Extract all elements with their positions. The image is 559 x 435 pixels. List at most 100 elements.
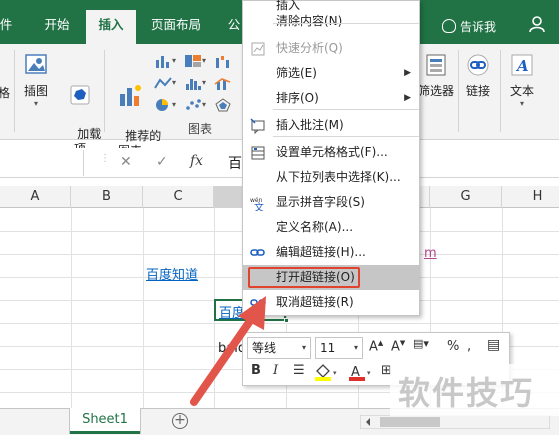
context-menu-item[interactable]: 取消超链接(R)	[243, 290, 419, 315]
chevron-right-icon: ▶	[404, 93, 411, 103]
font-size-select[interactable]: 11 ▾	[315, 337, 363, 359]
context-menu-item-label: 编辑超链接(H)...	[276, 245, 366, 259]
context-menu-item[interactable]: 编辑超链接(H)...	[243, 240, 419, 265]
text-icon: A	[511, 54, 533, 76]
column-header-g[interactable]: G	[430, 186, 502, 208]
ribbon-button-text[interactable]: A 文本 ▾	[504, 52, 540, 108]
fill-color-icon[interactable]: ▾	[313, 363, 339, 381]
context-menu-item[interactable]: 打开超链接(O)	[243, 265, 419, 290]
chevron-down-icon[interactable]: ▾	[172, 56, 176, 65]
hierarchy-chart-icon[interactable]	[184, 54, 202, 68]
context-menu-item-label: 从下拉列表中选择(K)...	[276, 170, 401, 184]
enter-icon[interactable]: ✓	[156, 154, 168, 170]
context-menu-item-label: 清除内容(N)	[276, 14, 343, 28]
ribbon-button-table[interactable]: 格	[0, 84, 12, 101]
more-icon: ⋮	[100, 153, 110, 164]
currency-format-icon[interactable]: ▤▾	[413, 337, 429, 350]
ribbon-group-label-charts: 图表	[188, 122, 213, 136]
grid-line	[71, 208, 72, 408]
context-menu-item[interactable]: 插入批注(M)	[243, 113, 419, 138]
column-header-h[interactable]: H	[502, 186, 559, 208]
column-header-b[interactable]: B	[71, 186, 143, 208]
ribbon-separator	[104, 50, 105, 132]
chevron-down-icon[interactable]: ▾	[172, 100, 176, 109]
ribbon-label-filters: 筛选器	[417, 84, 454, 98]
line-chart-icon[interactable]	[154, 76, 172, 90]
align-center-icon[interactable]: ☰	[293, 363, 305, 378]
scatter-chart-icon[interactable]	[184, 98, 202, 112]
ribbon-scroll[interactable]	[548, 46, 559, 58]
add-sheet-icon[interactable]: +	[172, 413, 188, 429]
chevron-down-icon[interactable]: ▾	[202, 78, 206, 87]
comma-style-button[interactable]: ,	[467, 339, 471, 354]
watermark-text: 软件技巧	[398, 374, 535, 412]
context-menu-item[interactable]: wén 文显示拼音字段(S)	[243, 190, 419, 215]
waterfall-chart-icon[interactable]	[214, 54, 232, 68]
context-menu-item-label: 定义名称(A)...	[276, 220, 354, 234]
context-menu-item[interactable]: 排序(O) ▶	[243, 86, 419, 111]
chevron-down-icon: ▾	[301, 343, 306, 352]
ribbon-button-link[interactable]: 链接	[460, 52, 496, 99]
column-header-a[interactable]: A	[0, 186, 71, 208]
horizontal-scrollbar[interactable]	[360, 415, 550, 429]
pie-chart-icon[interactable]	[154, 98, 172, 112]
font-name-select[interactable]: 等线 ▾	[247, 337, 311, 359]
svg-text:▾: ▾	[333, 369, 337, 377]
italic-button[interactable]: I	[273, 363, 278, 378]
column-chart-icon[interactable]	[154, 54, 172, 68]
font-name-value: 等线	[252, 341, 277, 355]
decrease-font-icon[interactable]: A▼	[391, 339, 405, 354]
ribbon-label-illustrations: 插图	[23, 84, 48, 98]
ribbon-label-text: 文本	[509, 84, 534, 98]
slicer-icon	[426, 54, 446, 76]
hyperlink-cell-c[interactable]: 百度知道	[146, 264, 198, 283]
context-menu-item[interactable]: 设置单元格格式(F)...	[243, 140, 419, 165]
column-header-c[interactable]: C	[143, 186, 214, 208]
fill-handle[interactable]	[284, 318, 289, 323]
tab-page-layout[interactable]: 页面布局	[142, 10, 210, 44]
combo-chart-icon[interactable]	[214, 76, 232, 90]
format-painter-icon[interactable]: ▤	[487, 337, 500, 353]
context-menu-item-label: 排序(O)	[276, 91, 319, 105]
ribbon-separator	[458, 50, 459, 132]
cancel-icon[interactable]: ✕	[120, 154, 132, 170]
user-icon[interactable]	[528, 15, 546, 33]
bold-button[interactable]: B	[251, 363, 261, 378]
ribbon-separator	[500, 50, 501, 132]
context-menu-item-label: 显示拼音字段(S)	[276, 195, 365, 209]
context-menu-item[interactable]: 从下拉列表中选择(K)...	[243, 165, 419, 190]
tab-insert[interactable]: 插入	[86, 10, 136, 44]
watermark: 软件技巧	[390, 364, 559, 416]
name-box[interactable]	[0, 150, 84, 176]
chevron-down-icon: ▾	[33, 99, 38, 108]
tell-me-search[interactable]: 告诉我	[442, 18, 496, 35]
percent-style-button[interactable]: %	[447, 339, 459, 354]
ribbon-button-filters[interactable]: 筛选器	[416, 52, 456, 99]
comment-icon	[250, 118, 265, 134]
chevron-down-icon: ▾	[519, 99, 524, 108]
sheet-tab[interactable]: Sheet1	[70, 408, 140, 434]
menu-separator	[273, 23, 419, 24]
context-menu-item[interactable]: 清除内容(N)	[243, 9, 419, 34]
context-menu-item-label: 取消超链接(R)	[276, 295, 354, 309]
link-icon	[467, 54, 489, 76]
context-menu-item-label: 设置单元格格式(F)...	[276, 145, 388, 159]
chevron-down-icon[interactable]: ▾	[202, 56, 206, 65]
grid-line	[143, 208, 144, 408]
font-color-icon[interactable]: A ▾	[347, 363, 373, 381]
chevron-down-icon[interactable]: ▾	[172, 78, 176, 87]
tab-home[interactable]: 开始	[32, 10, 82, 44]
formula-input[interactable]: 百	[228, 153, 242, 173]
font-size-value: 11	[320, 341, 336, 355]
hyperlink-cell-e[interactable]: m	[424, 246, 437, 261]
increase-font-icon[interactable]: A▲	[369, 339, 383, 354]
statistic-chart-icon[interactable]	[184, 76, 202, 90]
tab-file[interactable]: 件	[0, 10, 18, 44]
radar-chart-icon[interactable]	[214, 98, 232, 112]
svg-text:文: 文	[254, 201, 264, 211]
chevron-down-icon[interactable]: ▾	[202, 100, 206, 109]
context-menu-item[interactable]: 筛选(E) ▶	[243, 61, 419, 86]
ribbon-button-illustrations[interactable]: 插图 ▾	[18, 52, 54, 108]
context-menu-item[interactable]: 定义名称(A)...	[243, 215, 419, 240]
insert-function-button[interactable]: fx	[190, 153, 203, 169]
